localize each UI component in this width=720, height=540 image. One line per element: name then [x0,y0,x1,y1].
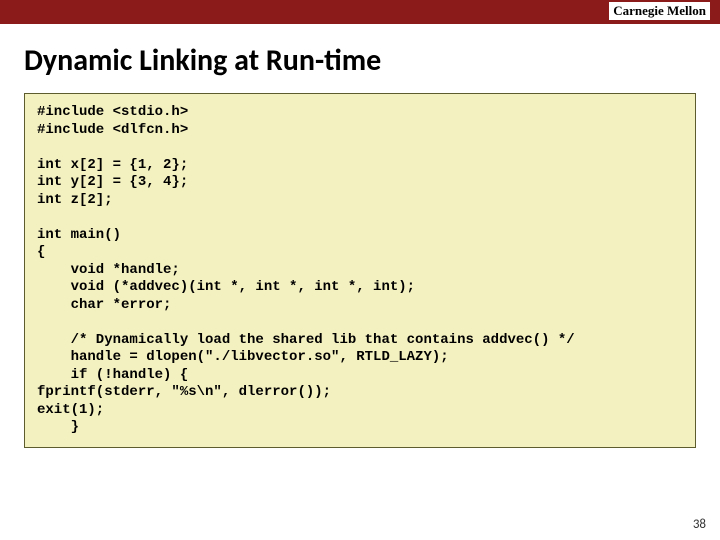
header-bar: Carnegie Mellon [0,0,720,24]
code-listing: #include <stdio.h> #include <dlfcn.h> in… [24,93,696,448]
university-logo: Carnegie Mellon [609,2,710,20]
page-number: 38 [693,517,706,532]
slide-title: Dynamic Linking at Run-time [24,42,696,79]
